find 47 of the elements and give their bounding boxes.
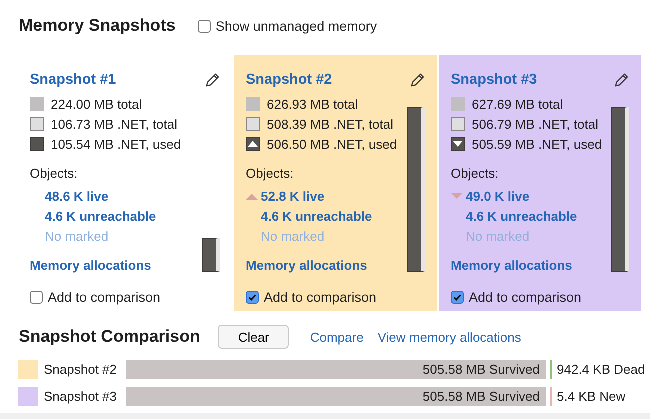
up-triangle-icon <box>246 192 258 200</box>
pencil-icon[interactable] <box>410 72 425 88</box>
page-title: Memory Snapshots <box>19 16 176 36</box>
row-label: Snapshot #3 <box>43 389 118 404</box>
snapshot-title[interactable]: Snapshot #2 <box>246 72 332 88</box>
difference-text: 942.4 KB Dead <box>550 360 646 379</box>
unreachable-objects-link[interactable]: 4.6 K unreachable <box>466 208 578 224</box>
memory-allocations-link[interactable]: Memory allocations <box>451 258 572 272</box>
pencil-icon[interactable] <box>205 72 220 88</box>
checkbox[interactable]: Show unmanaged memory <box>198 18 378 34</box>
legend-label: 627.69 MB total <box>472 96 564 112</box>
objects-label: Objects: <box>30 166 79 183</box>
legend-label: 224.00 MB total <box>51 96 142 112</box>
snapshot-title[interactable]: Snapshot #1 <box>30 72 116 88</box>
legend-label: 505.59 MB .NET, used <box>472 136 602 152</box>
checkbox[interactable]: Add to comparison <box>451 290 629 305</box>
live-objects-link[interactable]: 49.0 K live <box>466 188 530 204</box>
section-title: Snapshot Comparison <box>19 327 200 347</box>
legend-label: 506.50 MB .NET, used <box>267 136 398 152</box>
live-objects-link[interactable]: 48.6 K live <box>45 188 109 204</box>
legend-label: 506.79 MB .NET, total <box>472 116 598 132</box>
legend-label: 106.73 MB .NET, total <box>51 116 178 132</box>
checkmark-icon <box>248 293 257 302</box>
survived-text: 505.58 MB Survived <box>422 389 540 404</box>
checkbox[interactable]: Add to comparison <box>30 290 220 305</box>
toolbar-link[interactable]: Compare <box>310 330 364 344</box>
pencil-icon[interactable] <box>614 72 629 88</box>
clear-button[interactable]: Clear <box>218 325 290 349</box>
legend-label: 105.54 MB .NET, used <box>51 136 182 152</box>
checkmark-icon <box>453 293 462 302</box>
unreachable-objects-link[interactable]: 4.6 K unreachable <box>45 208 156 224</box>
difference-text: 5.4 KB New <box>550 387 626 406</box>
memory-bar <box>202 238 220 272</box>
legend-label: 626.93 MB total <box>267 96 358 112</box>
objects-label: Objects: <box>451 166 500 183</box>
checkbox[interactable]: Add to comparison <box>246 290 425 305</box>
memory-allocations-link[interactable]: Memory allocations <box>30 258 152 272</box>
objects-label: Objects: <box>246 166 295 183</box>
live-objects-link[interactable]: 52.8 K live <box>261 188 325 204</box>
row-label: Snapshot #2 <box>43 362 118 377</box>
toolbar-link[interactable]: View memory allocations <box>378 330 522 344</box>
snapshot-title[interactable]: Snapshot #3 <box>451 72 538 88</box>
legend-label: 508.39 MB .NET, total <box>267 116 394 132</box>
memory-allocations-link[interactable]: Memory allocations <box>246 258 368 272</box>
unreachable-objects-link[interactable]: 4.6 K unreachable <box>261 208 372 224</box>
survived-text: 505.58 MB Survived <box>422 362 540 377</box>
down-triangle-icon <box>451 192 463 200</box>
